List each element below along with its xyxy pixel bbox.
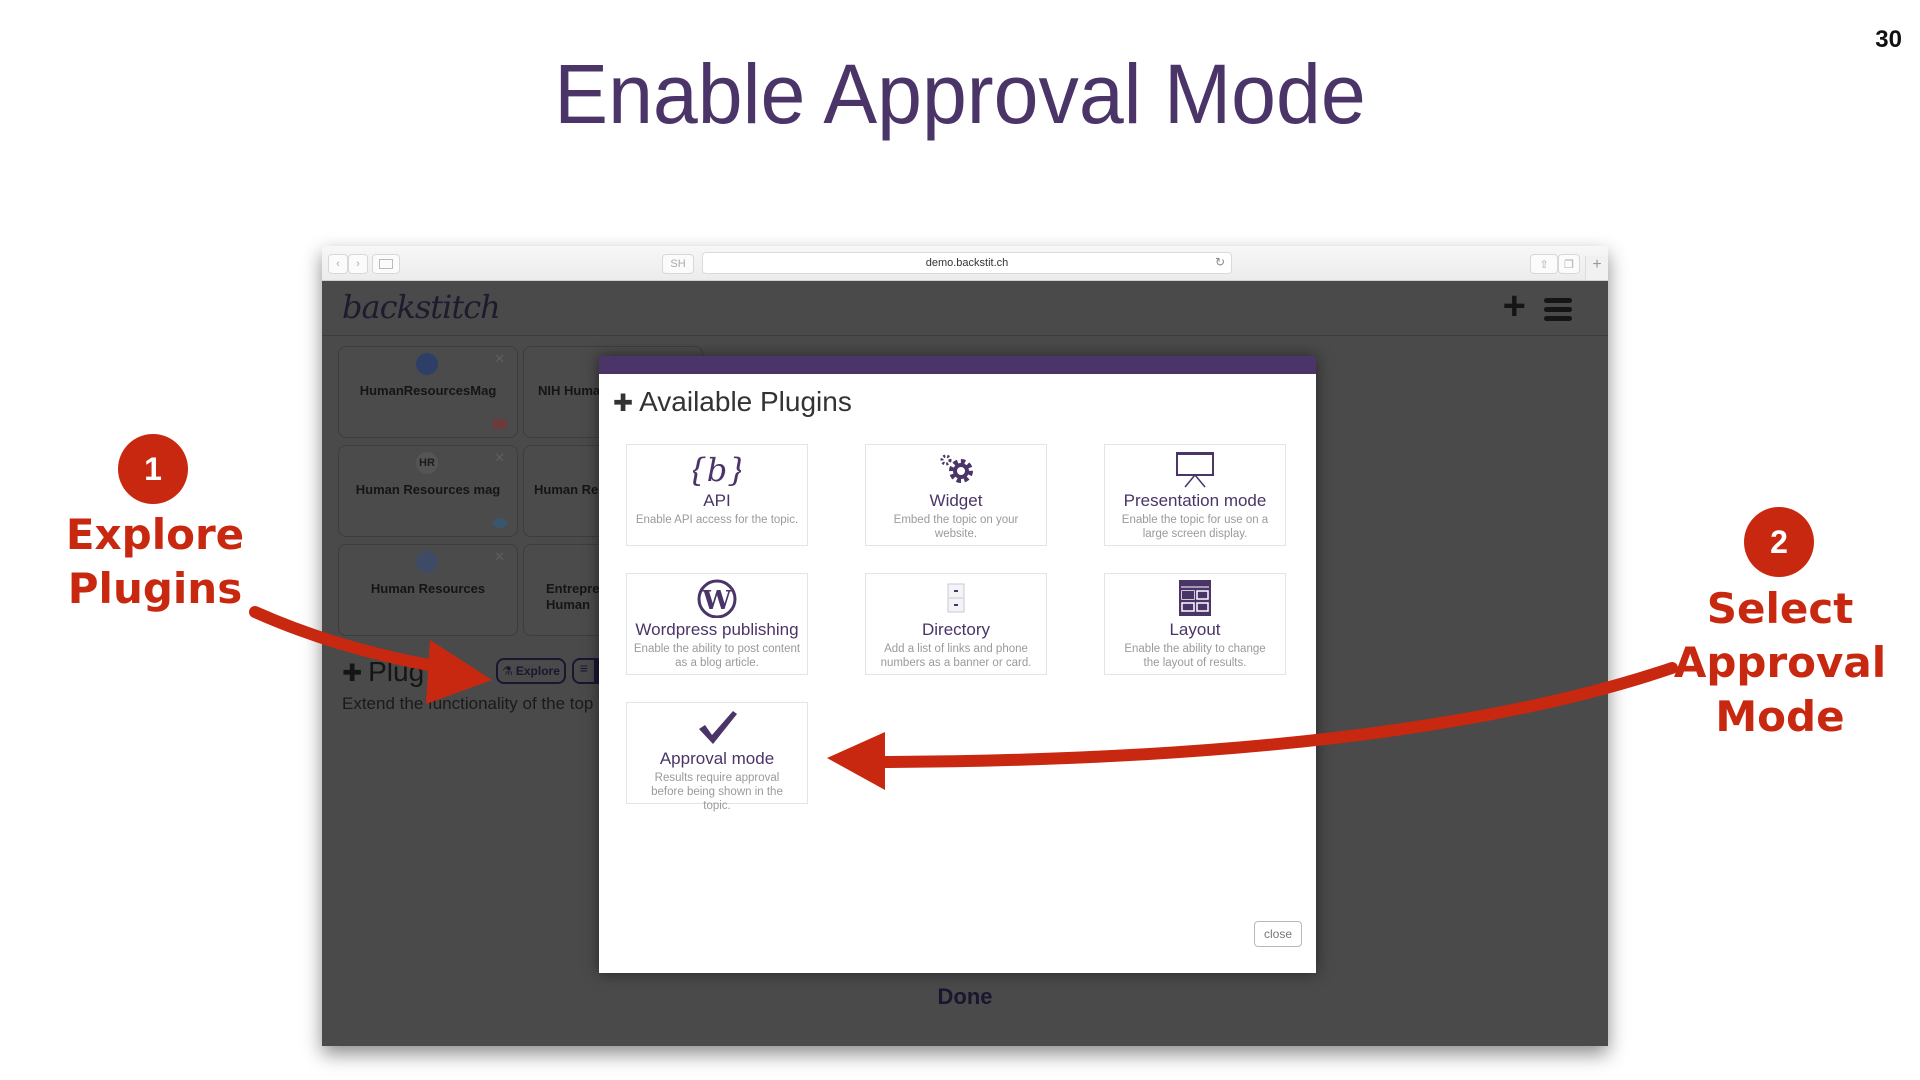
forward-icon: › [356,258,360,270]
backstitch-logo[interactable]: backstitch [342,288,501,326]
source-tile[interactable]: ✕ Human Resources [338,544,518,636]
slide-title: Enable Approval Mode [554,47,1366,141]
puzzle-icon: ✚ [613,390,634,417]
cabinet-icon [866,578,1046,618]
browser-toolbar: ‹ › SH demo.backstit.ch ↻ ⇧ ❐ + [322,246,1608,281]
source-tile[interactable]: ✕ HumanResourcesMag [338,346,518,438]
layout-grid-icon [1105,578,1285,618]
modal-title: ✚ Available Plugins [613,386,852,417]
add-icon[interactable]: + [1503,284,1526,329]
plugin-card-layout[interactable]: Layout Enable the ability to change the … [1104,573,1286,675]
share-button[interactable]: ⇧ [1530,254,1558,274]
step-1-label: Explore Plugins [65,510,245,613]
url-text: demo.backstit.ch [925,257,1009,269]
step-1-badge: 1 [118,434,188,504]
new-tab-button[interactable]: + [1585,256,1608,280]
browser-window: ‹ › SH demo.backstit.ch ↻ ⇧ ❐ + backstit… [322,246,1608,1046]
plugins-subtitle: Extend the functionality of the top [342,694,594,713]
available-plugins-modal: ✚Available Plugins {b} API Enable API ac… [599,356,1316,973]
plugin-card-approval-mode[interactable]: Approval mode Results require approval b… [626,702,808,812]
step-2-label: Select Approval Mode [1673,584,1887,741]
back-button[interactable]: ‹ [328,254,348,274]
svg-text:W: W [701,586,732,616]
youtube-icon [493,419,507,429]
svg-text:{b}: {b} [693,451,741,489]
hr-logo-icon: HR [416,452,438,474]
plugin-card-wordpress-publishing[interactable]: W Wordpress publishing Enable the abilit… [626,573,808,675]
share-icon: ⇧ [1539,258,1549,271]
tabs-icon: ❐ [1564,258,1574,271]
person-icon [416,353,438,375]
close-button[interactable]: close [1254,921,1302,947]
done-button[interactable]: Done [322,984,1608,1010]
explore-button[interactable]: ⚗ Explore [496,658,566,684]
api-braces-icon: {b} [627,449,807,489]
remove-icon[interactable]: ✕ [494,450,505,466]
sidebar-icon [379,259,393,269]
plugin-card-directory[interactable]: Directory Add a list of links and phone … [865,573,1047,675]
checkmark-icon [627,707,807,747]
hamburger-menu-icon[interactable] [1544,298,1572,325]
tabs-button[interactable]: ❐ [1558,254,1580,274]
app-header: backstitch + [322,280,1608,336]
wordpress-icon: W [627,578,807,618]
plugin-card-api[interactable]: {b} API Enable API access for the topic. [626,444,808,546]
puzzle-icon: ✚ [342,660,363,687]
tile-name: Human Resources mag [355,482,501,497]
modal-header-bar [599,356,1316,374]
back-icon: ‹ [336,258,340,270]
sidebar-button[interactable] [372,254,400,274]
plugin-card-widget[interactable]: Widget Embed the topic on your website. [865,444,1047,546]
plugins-heading: ✚ Plug [342,656,425,687]
sh-button[interactable]: SH [662,254,694,274]
globe-icon [416,551,438,573]
gears-icon [866,449,1046,489]
plugin-card-presentation-mode[interactable]: Presentation mode Enable the topic for u… [1104,444,1286,546]
projector-screen-icon [1105,449,1285,489]
remove-icon[interactable]: ✕ [494,351,505,367]
address-bar[interactable]: demo.backstit.ch ↻ [702,252,1232,274]
slide-number: 30 [1875,26,1902,53]
remove-icon[interactable]: ✕ [494,549,505,565]
step-2-badge: 2 [1744,507,1814,577]
forward-button[interactable]: › [348,254,368,274]
source-tile[interactable]: HR ✕ Human Resources mag [338,445,518,537]
twitter-icon [493,518,507,528]
reload-icon[interactable]: ↻ [1215,255,1225,269]
flask-icon: ⚗ [502,664,513,678]
list-view-icon[interactable]: ≡ [574,660,594,682]
tile-name: HumanResourcesMag [359,383,497,398]
tile-name: Human Resources [370,581,486,596]
